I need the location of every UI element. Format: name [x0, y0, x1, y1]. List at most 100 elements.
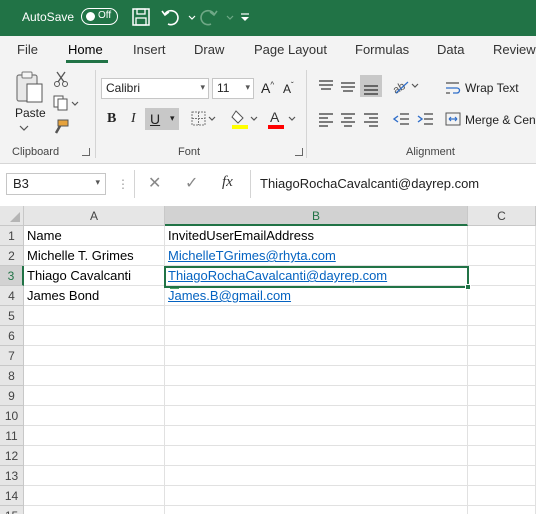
cell-a14[interactable] — [24, 486, 165, 506]
orientation-icon[interactable]: ab — [392, 76, 420, 96]
paste-icon[interactable] — [14, 70, 46, 104]
paste-label[interactable]: Paste — [15, 106, 46, 120]
font-launcher-icon[interactable] — [295, 148, 303, 156]
cell-a12[interactable] — [24, 446, 165, 466]
bold-button[interactable]: B — [107, 111, 116, 127]
increase-font-icon[interactable]: A^ — [261, 80, 274, 96]
row-header-1[interactable]: 1 — [0, 226, 24, 246]
cell-a7[interactable] — [24, 346, 165, 366]
cell-c15[interactable] — [468, 506, 536, 514]
cell-b4[interactable]: James.B@gmail.com — [165, 286, 468, 306]
decrease-indent-icon[interactable] — [392, 111, 410, 127]
column-header-c[interactable]: C — [468, 206, 536, 226]
cell-a11[interactable] — [24, 426, 165, 446]
formula-input[interactable]: ThiagoRochaCavalcanti@dayrep.com — [250, 170, 536, 198]
cell-a13[interactable] — [24, 466, 165, 486]
cell-c7[interactable] — [468, 346, 536, 366]
row-header-13[interactable]: 13 — [0, 466, 24, 486]
row-header-10[interactable]: 10 — [0, 406, 24, 426]
font-size-box[interactable]: 11 ▾ — [212, 78, 254, 99]
cell-b8[interactable] — [165, 366, 468, 386]
tab-formulas[interactable]: Formulas — [355, 42, 409, 57]
cell-b10[interactable] — [165, 406, 468, 426]
clipboard-launcher-icon[interactable] — [82, 148, 90, 156]
column-header-b[interactable]: B — [165, 206, 468, 226]
font-name-box[interactable]: Calibri ▾ — [101, 78, 209, 99]
wrap-text-icon[interactable] — [445, 80, 461, 96]
fill-color-icon[interactable] — [230, 108, 260, 130]
cell-c8[interactable] — [468, 366, 536, 386]
redo-dropdown-icon[interactable] — [219, 6, 234, 28]
merge-center-icon[interactable] — [445, 111, 461, 127]
cell-b12[interactable] — [165, 446, 468, 466]
wrap-text-button[interactable]: Wrap Text — [465, 81, 519, 95]
increase-indent-icon[interactable] — [416, 111, 434, 127]
row-header-8[interactable]: 8 — [0, 366, 24, 386]
cell-b7[interactable] — [165, 346, 468, 366]
row-header-5[interactable]: 5 — [0, 306, 24, 326]
font-color-icon[interactable]: A — [266, 108, 298, 130]
row-header-12[interactable]: 12 — [0, 446, 24, 466]
name-box-dropdown-icon[interactable]: ▾ — [95, 177, 100, 188]
row-header-15[interactable]: 15 — [0, 506, 24, 514]
cell-b15[interactable] — [165, 506, 468, 514]
insert-function-icon[interactable]: fx — [222, 174, 233, 191]
cell-c11[interactable] — [468, 426, 536, 446]
underline-button[interactable]: U — [150, 111, 160, 127]
cell-a2[interactable]: Michelle T. Grimes — [24, 246, 165, 266]
paste-dropdown-icon[interactable] — [19, 124, 29, 132]
cell-c6[interactable] — [468, 326, 536, 346]
fill-handle[interactable] — [465, 284, 471, 290]
row-header-2[interactable]: 2 — [0, 246, 24, 266]
cell-a3[interactable]: Thiago Cavalcanti — [24, 266, 165, 286]
row-header-4[interactable]: 4 — [0, 286, 24, 306]
italic-button[interactable]: I — [131, 111, 136, 127]
cell-b13[interactable] — [165, 466, 468, 486]
cell-a8[interactable] — [24, 366, 165, 386]
cell-c13[interactable] — [468, 466, 536, 486]
cancel-icon[interactable]: ✕ — [148, 173, 161, 193]
row-header-11[interactable]: 11 — [0, 426, 24, 446]
tab-insert[interactable]: Insert — [133, 42, 166, 57]
cell-c4[interactable] — [468, 286, 536, 306]
borders-icon[interactable] — [190, 110, 218, 128]
cell-b2[interactable]: MichelleTGrimes@rhyta.com — [165, 246, 468, 266]
enter-icon[interactable]: ✓ — [185, 173, 198, 193]
customize-quick-access-icon[interactable] — [234, 6, 249, 28]
format-painter-icon[interactable] — [52, 118, 70, 136]
cut-icon[interactable] — [53, 70, 69, 88]
merge-center-button[interactable]: Merge & Cen — [465, 113, 536, 127]
cell-c3[interactable] — [468, 266, 536, 286]
cell-b11[interactable] — [165, 426, 468, 446]
tab-home[interactable]: Home — [68, 42, 103, 57]
cell-c14[interactable] — [468, 486, 536, 506]
cell-a5[interactable] — [24, 306, 165, 326]
cell-b5[interactable] — [165, 306, 468, 326]
cell-c12[interactable] — [468, 446, 536, 466]
align-bottom-icon[interactable] — [362, 80, 380, 96]
cell-c5[interactable] — [468, 306, 536, 326]
cell-b14[interactable] — [165, 486, 468, 506]
font-size-dropdown-icon[interactable]: ▾ — [245, 82, 250, 93]
decrease-font-icon[interactable]: Aˇ — [283, 81, 294, 96]
undo-icon[interactable] — [160, 6, 182, 28]
formula-bar-grip-icon[interactable]: ⋮ — [117, 177, 129, 191]
cell-c1[interactable] — [468, 226, 536, 246]
cell-b9[interactable] — [165, 386, 468, 406]
name-box[interactable]: B3 ▾ — [6, 173, 106, 195]
cell-a1[interactable]: Name — [24, 226, 165, 246]
cell-c10[interactable] — [468, 406, 536, 426]
row-header-3[interactable]: 3 — [0, 266, 24, 286]
cell-c9[interactable] — [468, 386, 536, 406]
align-right-icon[interactable] — [362, 111, 380, 127]
tab-draw[interactable]: Draw — [194, 42, 224, 57]
cell-a9[interactable] — [24, 386, 165, 406]
align-top-icon[interactable] — [317, 78, 335, 94]
row-header-7[interactable]: 7 — [0, 346, 24, 366]
tab-review[interactable]: Review — [493, 42, 536, 57]
tab-page-layout[interactable]: Page Layout — [254, 42, 327, 57]
align-center-icon[interactable] — [339, 111, 357, 127]
cell-b1[interactable]: InvitedUserEmailAddress — [165, 226, 468, 246]
save-icon[interactable] — [130, 6, 152, 28]
align-middle-icon[interactable] — [339, 78, 357, 94]
